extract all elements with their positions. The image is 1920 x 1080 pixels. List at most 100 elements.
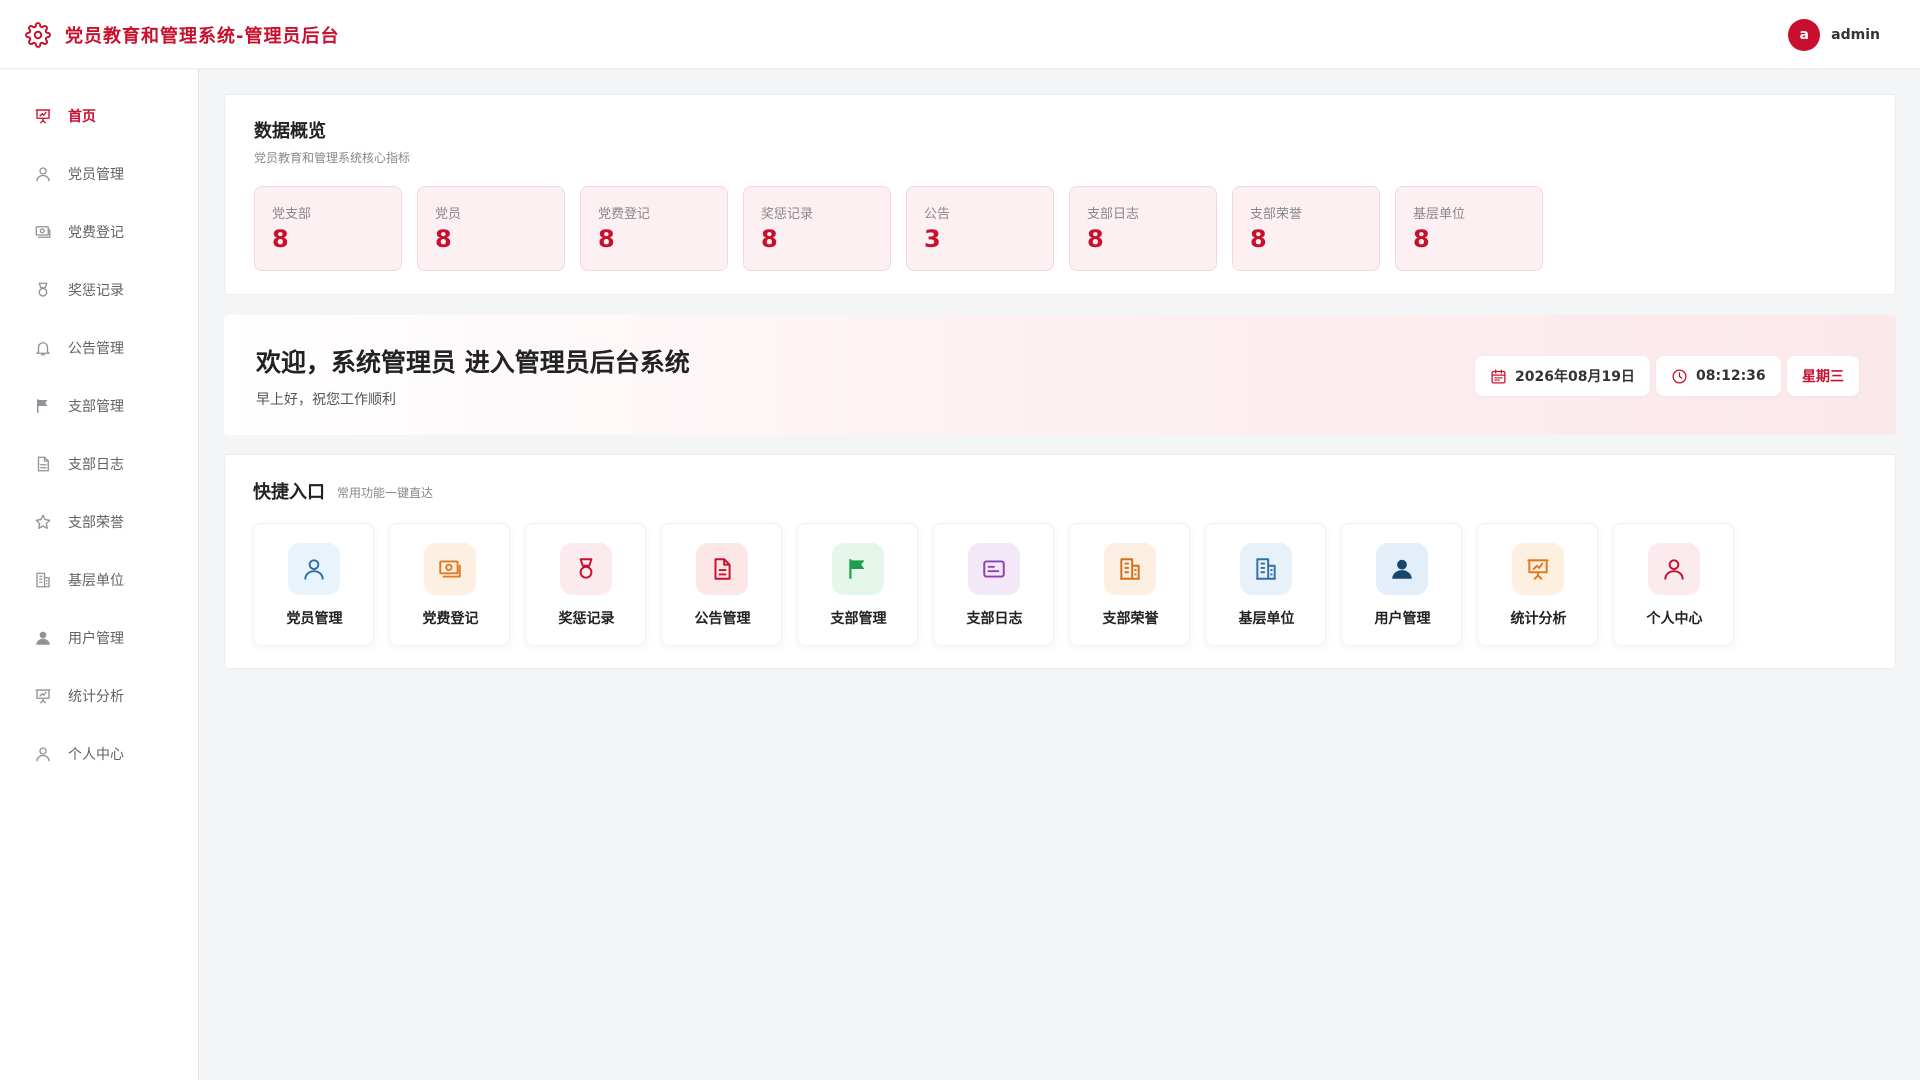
stat-value: 8 bbox=[598, 225, 615, 253]
sidebar-item-rewards[interactable]: 奖惩记录 bbox=[0, 265, 199, 315]
presentation-chart-icon bbox=[1512, 543, 1564, 595]
current-weekday: 星期三 bbox=[1802, 369, 1844, 385]
current-time: 08:12:36 bbox=[1696, 368, 1766, 384]
date-pill: 2026年08月19日 bbox=[1475, 356, 1650, 396]
star-icon bbox=[34, 513, 52, 531]
building-icon bbox=[34, 571, 52, 589]
document-icon bbox=[34, 455, 52, 473]
stat-value: 3 bbox=[924, 225, 941, 253]
quick-tile-label: 基层单位 bbox=[1238, 611, 1295, 627]
stat-card[interactable]: 党支部 8 bbox=[254, 186, 402, 271]
quick-tile-label: 党员管理 bbox=[286, 611, 343, 627]
time-pill: 08:12:36 bbox=[1656, 356, 1781, 396]
sidebar-item-label: 统计分析 bbox=[68, 689, 124, 705]
quick-tile-label: 支部日志 bbox=[966, 611, 1023, 627]
stat-value: 8 bbox=[435, 225, 452, 253]
quick-access-card: 快捷入口 常用功能一键直达 党员管理 党费登记 奖惩记录 公告管理 支部管理 支… bbox=[224, 454, 1896, 669]
quick-tile-party-members[interactable]: 党员管理 bbox=[253, 523, 374, 646]
card-icon bbox=[968, 543, 1020, 595]
sidebar-item-party-members[interactable]: 党员管理 bbox=[0, 149, 199, 199]
money-icon bbox=[424, 543, 476, 595]
stat-card[interactable]: 支部荣誉 8 bbox=[1232, 186, 1380, 271]
quick-tile-honors[interactable]: 支部荣誉 bbox=[1069, 523, 1190, 646]
overview-title: 数据概览 bbox=[254, 121, 326, 142]
sidebar-item-label: 用户管理 bbox=[68, 631, 124, 647]
user-filled-icon bbox=[1376, 543, 1428, 595]
sidebar-item-notices[interactable]: 公告管理 bbox=[0, 323, 199, 373]
sidebar-item-logs[interactable]: 支部日志 bbox=[0, 439, 199, 489]
quick-tile-branches[interactable]: 支部管理 bbox=[797, 523, 918, 646]
sidebar-item-label: 奖惩记录 bbox=[68, 283, 124, 299]
stat-value: 8 bbox=[272, 225, 289, 253]
stat-label: 支部荣誉 bbox=[1250, 207, 1303, 222]
sidebar-item-profile[interactable]: 个人中心 bbox=[0, 729, 199, 779]
document-icon bbox=[696, 543, 748, 595]
stat-value: 8 bbox=[1250, 225, 1267, 253]
welcome-banner: 欢迎，系统管理员 进入管理员后台系统 早上好，祝您工作顺利 2026年08月19… bbox=[224, 315, 1896, 435]
stat-value: 8 bbox=[1413, 225, 1430, 253]
sidebar-item-honors[interactable]: 支部荣誉 bbox=[0, 497, 199, 547]
stat-card[interactable]: 公告 3 bbox=[906, 186, 1054, 271]
user-filled-icon bbox=[34, 629, 52, 647]
sidebar-item-label: 支部日志 bbox=[68, 457, 124, 473]
sidebar-item-label: 支部荣誉 bbox=[68, 515, 124, 531]
current-date: 2026年08月19日 bbox=[1515, 369, 1635, 385]
welcome-title: 欢迎，系统管理员 进入管理员后台系统 bbox=[256, 348, 690, 377]
username[interactable]: admin bbox=[1831, 27, 1880, 43]
quick-tile-label: 支部荣誉 bbox=[1102, 611, 1159, 627]
medal-icon bbox=[560, 543, 612, 595]
quick-tile-logs[interactable]: 支部日志 bbox=[933, 523, 1054, 646]
quick-title: 快捷入口 bbox=[253, 482, 325, 503]
sidebar-item-home[interactable]: 首页 bbox=[0, 91, 199, 141]
quick-tile-units[interactable]: 基层单位 bbox=[1205, 523, 1326, 646]
clock-icon bbox=[1671, 368, 1688, 385]
sidebar-item-label: 公告管理 bbox=[68, 341, 124, 357]
medal-icon bbox=[34, 281, 52, 299]
user-icon bbox=[288, 543, 340, 595]
sidebar-item-label: 个人中心 bbox=[68, 747, 124, 763]
data-overview-card: 数据概览 党员教育和管理系统核心指标 党支部 8 党员 8 党费登记 8 奖惩记… bbox=[224, 94, 1896, 295]
quick-tile-label: 用户管理 bbox=[1374, 611, 1431, 627]
sidebar-item-label: 首页 bbox=[68, 109, 96, 125]
top-header: 党员教育和管理系统-管理员后台 a admin bbox=[0, 0, 1920, 69]
sidebar-item-label: 党费登记 bbox=[68, 225, 124, 241]
user-icon bbox=[34, 165, 52, 183]
gear-icon bbox=[25, 22, 51, 48]
sidebar: 首页 党员管理 党费登记 奖惩记录 公告管理 支部管理 支部日志 支部荣誉 基层… bbox=[0, 69, 199, 1080]
sidebar-item-users[interactable]: 用户管理 bbox=[0, 613, 199, 663]
stat-card[interactable]: 党员 8 bbox=[417, 186, 565, 271]
stat-label: 党支部 bbox=[272, 207, 312, 222]
stat-card[interactable]: 基层单位 8 bbox=[1395, 186, 1543, 271]
user-icon bbox=[34, 745, 52, 763]
sidebar-item-label: 基层单位 bbox=[68, 573, 124, 589]
avatar[interactable]: a bbox=[1788, 19, 1821, 51]
stat-card[interactable]: 支部日志 8 bbox=[1069, 186, 1217, 271]
sidebar-item-statistics[interactable]: 统计分析 bbox=[0, 671, 199, 721]
quick-tile-profile[interactable]: 个人中心 bbox=[1613, 523, 1734, 646]
sidebar-item-dues[interactable]: 党费登记 bbox=[0, 207, 199, 257]
overview-subtitle: 党员教育和管理系统核心指标 bbox=[254, 151, 411, 165]
stat-label: 奖惩记录 bbox=[761, 207, 814, 222]
quick-tile-statistics[interactable]: 统计分析 bbox=[1477, 523, 1598, 646]
quick-tile-label: 个人中心 bbox=[1646, 611, 1703, 627]
user-menu[interactable]: a admin bbox=[1788, 19, 1880, 51]
quick-tile-users[interactable]: 用户管理 bbox=[1341, 523, 1462, 646]
quick-tile-notices[interactable]: 公告管理 bbox=[661, 523, 782, 646]
sidebar-item-units[interactable]: 基层单位 bbox=[0, 555, 199, 605]
quick-tile-dues[interactable]: 党费登记 bbox=[389, 523, 510, 646]
brand[interactable]: 党员教育和管理系统-管理员后台 bbox=[25, 21, 339, 49]
stat-card[interactable]: 奖惩记录 8 bbox=[743, 186, 891, 271]
sidebar-item-branches[interactable]: 支部管理 bbox=[0, 381, 199, 431]
building-icon bbox=[1240, 543, 1292, 595]
quick-tile-label: 公告管理 bbox=[694, 611, 751, 627]
sidebar-item-label: 支部管理 bbox=[68, 399, 124, 415]
stat-card[interactable]: 党费登记 8 bbox=[580, 186, 728, 271]
app-title: 党员教育和管理系统-管理员后台 bbox=[65, 26, 340, 47]
stat-label: 基层单位 bbox=[1413, 207, 1466, 222]
flag-icon bbox=[832, 543, 884, 595]
quick-tile-rewards[interactable]: 奖惩记录 bbox=[525, 523, 646, 646]
user-icon bbox=[1648, 543, 1700, 595]
bell-icon bbox=[34, 339, 52, 357]
stat-label: 支部日志 bbox=[1087, 207, 1140, 222]
quick-tile-label: 党费登记 bbox=[422, 611, 479, 627]
